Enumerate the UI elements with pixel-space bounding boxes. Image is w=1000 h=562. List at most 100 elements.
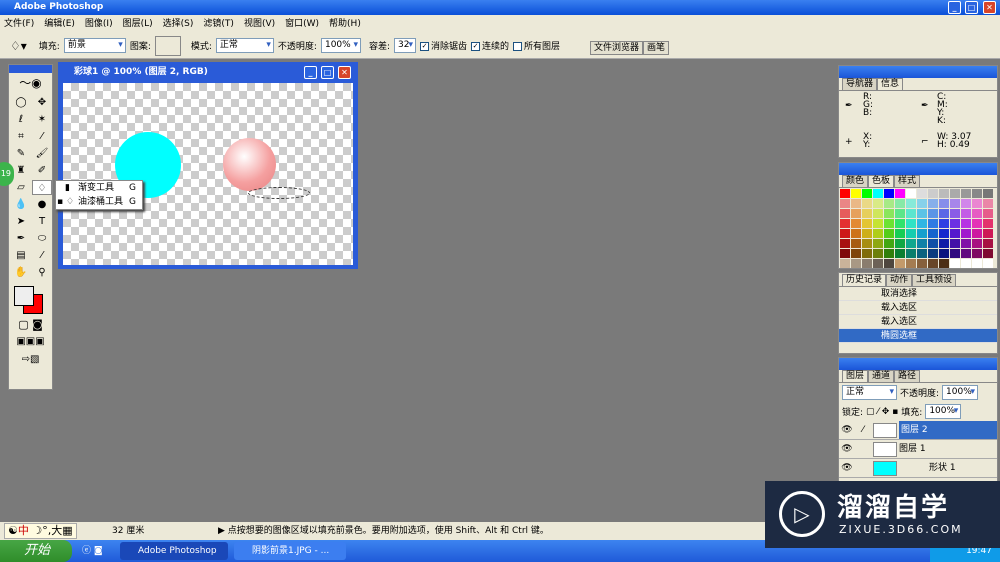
history-item[interactable]: 取消选择: [839, 287, 997, 301]
doc-maximize-button[interactable]: □: [321, 66, 334, 79]
layer-row[interactable]: 👁 形状 1: [839, 459, 997, 478]
swatch[interactable]: [906, 239, 916, 248]
swatch[interactable]: [928, 209, 938, 218]
swatch[interactable]: [895, 259, 905, 268]
fill-select[interactable]: 前景: [63, 38, 126, 53]
dodge-tool-icon[interactable]: ●: [32, 197, 52, 212]
swatch[interactable]: [851, 189, 861, 198]
swatch[interactable]: [950, 249, 960, 258]
swatch[interactable]: [873, 199, 883, 208]
swatch[interactable]: [961, 199, 971, 208]
swatch[interactable]: [961, 219, 971, 228]
swatch[interactable]: [972, 209, 982, 218]
swatch[interactable]: [961, 209, 971, 218]
swatch[interactable]: [939, 259, 949, 268]
zoom-tool-icon[interactable]: ⚲: [32, 265, 52, 280]
swatch[interactable]: [928, 219, 938, 228]
swatch[interactable]: [917, 199, 927, 208]
move-tool-icon[interactable]: ✥: [32, 95, 52, 110]
menu-filter[interactable]: 滤镜(T): [203, 15, 234, 33]
task-image[interactable]: 阴影前景1.JPG - ...: [234, 542, 346, 560]
swatch[interactable]: [961, 249, 971, 258]
blur-tool-icon[interactable]: 💧: [11, 197, 31, 212]
type-tool-icon[interactable]: T: [32, 214, 52, 229]
layer-row[interactable]: 👁 ⁄ 图层 2: [839, 421, 997, 440]
menu-file[interactable]: 文件(F): [4, 15, 34, 33]
swatch[interactable]: [862, 249, 872, 258]
close-button[interactable]: ✕: [983, 1, 996, 14]
path-select-icon[interactable]: ➤: [11, 214, 31, 229]
swatch[interactable]: [884, 189, 894, 198]
tab-brushes[interactable]: 画笔: [643, 41, 670, 55]
swatch[interactable]: [906, 199, 916, 208]
swatch[interactable]: [862, 219, 872, 228]
swatch[interactable]: [873, 189, 883, 198]
swatch[interactable]: [906, 229, 916, 238]
swatch[interactable]: [851, 249, 861, 258]
swatch[interactable]: [862, 239, 872, 248]
swatch[interactable]: [972, 219, 982, 228]
swatch[interactable]: [961, 259, 971, 268]
swatch[interactable]: [928, 259, 938, 268]
antialias-checkbox[interactable]: ✓ 消除锯齿: [420, 39, 467, 52]
ime-bar[interactable]: ☯中 ☽°,大▦: [4, 523, 77, 539]
paint-bucket-tool-item[interactable]: ▪ ♢ 油漆桶工具 G: [56, 195, 142, 209]
eraser-tool-icon[interactable]: ▱: [11, 180, 31, 195]
contiguous-checkbox[interactable]: ✓ 连续的: [471, 39, 509, 52]
swatch[interactable]: [961, 239, 971, 248]
swatch[interactable]: [906, 189, 916, 198]
swatch[interactable]: [950, 189, 960, 198]
swatch[interactable]: [862, 229, 872, 238]
lasso-tool-icon[interactable]: ℓ: [11, 112, 31, 127]
swatch[interactable]: [983, 229, 993, 238]
swatch[interactable]: [917, 219, 927, 228]
history-brush-icon[interactable]: ✐: [32, 163, 52, 178]
layer-opacity-input[interactable]: 100%: [942, 385, 979, 400]
menu-view[interactable]: 视图(V): [244, 15, 275, 33]
swatch[interactable]: [950, 199, 960, 208]
eye-icon[interactable]: 👁: [839, 459, 855, 477]
healing-brush-icon[interactable]: ✎: [11, 146, 31, 161]
swatch[interactable]: [840, 249, 850, 258]
swatch[interactable]: [840, 209, 850, 218]
tab-history[interactable]: 历史记录: [842, 274, 887, 286]
swatch[interactable]: [939, 189, 949, 198]
swatch[interactable]: [873, 259, 883, 268]
tab-tool-presets[interactable]: 工具预设: [912, 274, 957, 286]
swatch[interactable]: [895, 189, 905, 198]
tab-channels[interactable]: 通道: [868, 370, 895, 382]
quick-mask-buttons[interactable]: ▢ ◙: [9, 318, 52, 336]
menu-window[interactable]: 窗口(W): [285, 15, 319, 33]
swatch[interactable]: [983, 259, 993, 268]
swatch[interactable]: [851, 259, 861, 268]
swatch[interactable]: [983, 219, 993, 228]
magic-wand-icon[interactable]: ✶: [32, 112, 52, 127]
layer-fill-input[interactable]: 100%: [925, 404, 962, 419]
blend-mode-select[interactable]: 正常: [842, 385, 897, 400]
swatch[interactable]: [983, 199, 993, 208]
swatch[interactable]: [917, 259, 927, 268]
tab-info[interactable]: 信息: [877, 78, 904, 90]
swatch[interactable]: [983, 249, 993, 258]
minimize-button[interactable]: _: [948, 1, 961, 14]
opacity-input[interactable]: 100%: [320, 38, 361, 53]
brush-tool-icon[interactable]: 🖌: [32, 146, 52, 161]
swatch[interactable]: [884, 239, 894, 248]
swatch[interactable]: [895, 239, 905, 248]
swatch[interactable]: [884, 209, 894, 218]
layer-row[interactable]: 👁 图层 1: [839, 440, 997, 459]
pattern-picker[interactable]: [154, 35, 181, 56]
swatch[interactable]: [884, 249, 894, 258]
lock-icons[interactable]: ▢ ⁄ ✥ ▪: [866, 407, 898, 417]
history-item[interactable]: 载入选区: [839, 315, 997, 329]
history-item-active[interactable]: 椭圆选框: [839, 329, 997, 343]
swatch[interactable]: [939, 249, 949, 258]
doc-close-button[interactable]: ✕: [338, 66, 351, 79]
swatch[interactable]: [840, 219, 850, 228]
swatch[interactable]: [840, 259, 850, 268]
swatch[interactable]: [928, 189, 938, 198]
menu-layer[interactable]: 图层(L): [123, 15, 153, 33]
tolerance-input[interactable]: 32: [394, 38, 417, 53]
swatch[interactable]: [983, 209, 993, 218]
swatch[interactable]: [906, 259, 916, 268]
